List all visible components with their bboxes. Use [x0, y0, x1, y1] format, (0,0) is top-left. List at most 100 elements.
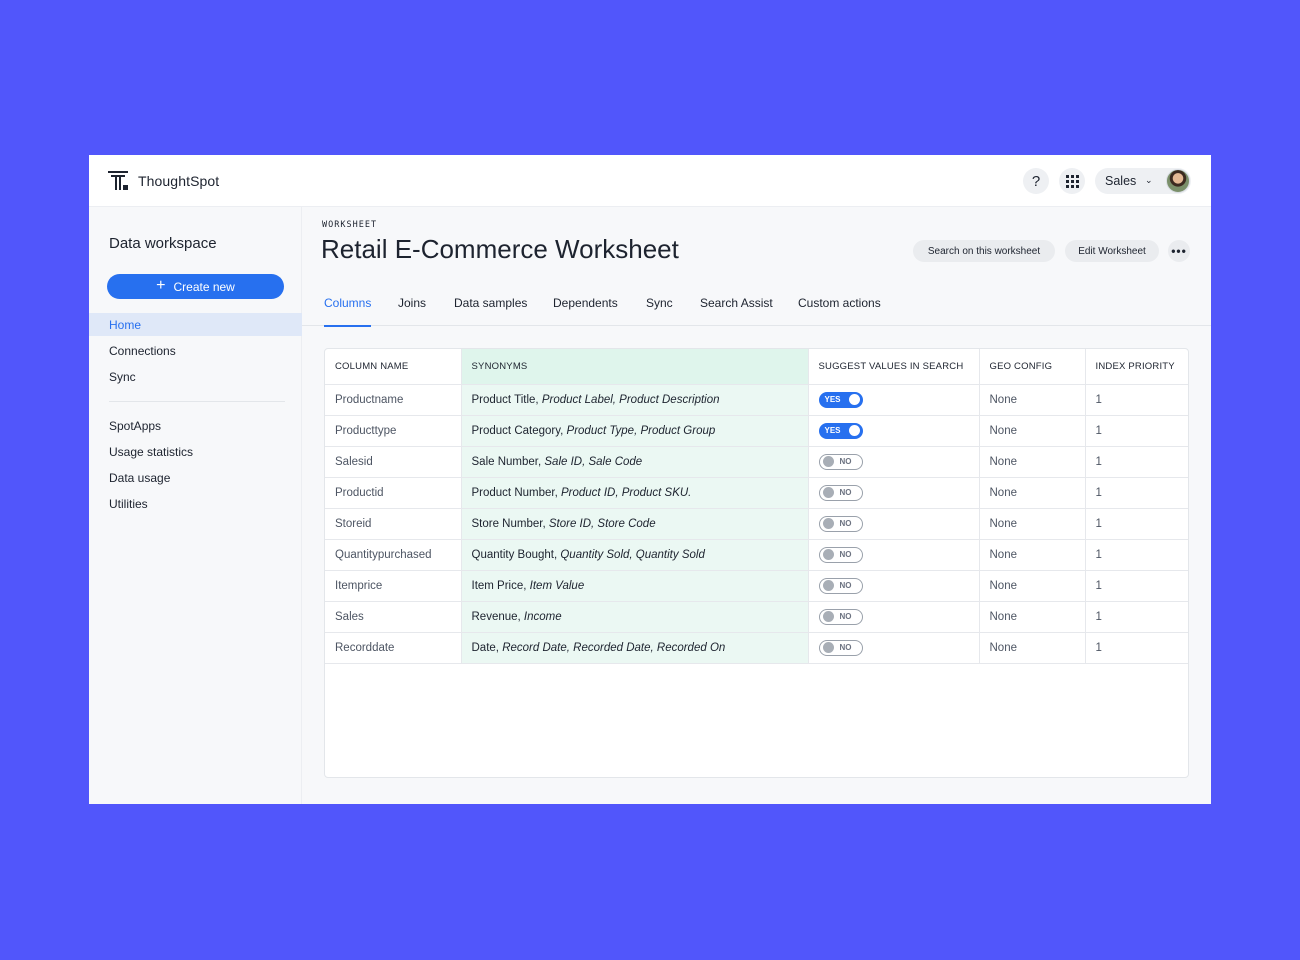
toggle-label: YES [824, 425, 841, 435]
more-options-button[interactable]: ••• [1168, 240, 1190, 262]
geo-config-cell[interactable]: None [979, 477, 1086, 509]
geo-config-cell[interactable]: None [979, 539, 1086, 571]
edit-worksheet-button[interactable]: Edit Worksheet [1065, 240, 1159, 262]
suggest-values-toggle[interactable]: NO [818, 608, 863, 625]
create-new-button[interactable]: + Create new [107, 274, 284, 299]
toggle-knob [822, 518, 834, 529]
suggest-values-toggle[interactable]: NO [818, 515, 863, 532]
column-name-cell[interactable]: Recorddate [325, 632, 462, 664]
toggle-knob [822, 487, 834, 498]
geo-config-cell[interactable]: None [979, 632, 1086, 664]
index-priority-cell[interactable]: 1 [1085, 477, 1188, 509]
suggest-values-toggle[interactable]: NO [818, 577, 863, 594]
toggle-knob [822, 642, 834, 653]
index-priority-cell[interactable]: 1 [1085, 415, 1188, 447]
geo-config-cell[interactable]: None [979, 570, 1086, 602]
column-name-cell[interactable]: Itemprice [325, 570, 462, 602]
toggle-label: NO [839, 519, 852, 528]
index-priority-cell[interactable]: 1 [1085, 601, 1188, 633]
synonym-extra: Product Type, Product Group [563, 424, 716, 437]
geo-config-cell[interactable]: None [979, 384, 1086, 416]
header-synonyms[interactable]: SYNONYMS [461, 349, 809, 385]
column-name-cell[interactable]: Storeid [325, 508, 462, 540]
column-name-cell[interactable]: Quantitypurchased [325, 539, 462, 571]
header-geo-config[interactable]: GEO CONFIG [979, 349, 1086, 385]
column-name-cell[interactable]: Producttype [325, 415, 462, 447]
suggest-values-toggle[interactable]: NO [818, 453, 863, 470]
synonyms-cell[interactable]: Revenue, Income [461, 601, 809, 633]
search-worksheet-button[interactable]: Search on this worksheet [913, 240, 1055, 262]
toggle-knob [822, 580, 834, 591]
tab-dependents[interactable]: Dependents [553, 296, 618, 326]
geo-config-cell[interactable]: None [979, 446, 1086, 478]
index-priority-cell[interactable]: 1 [1085, 570, 1188, 602]
table-row[interactable]: Storeid Store Number, Store ID, Store Cod… [325, 508, 1188, 540]
table-row[interactable]: Recorddate Date, Record Date, Recorded Da… [325, 632, 1188, 664]
synonym-primary: Date, [471, 641, 500, 654]
index-priority-cell[interactable]: 1 [1085, 446, 1188, 478]
sidebar-item-utilities[interactable]: Utilities [89, 492, 302, 515]
suggest-values-toggle[interactable]: YES [818, 391, 863, 408]
index-priority-cell[interactable]: 1 [1085, 384, 1188, 416]
synonym-extra: Income [520, 610, 562, 623]
tab-joins[interactable]: Joins [398, 296, 426, 326]
tab-sync[interactable]: Sync [646, 296, 673, 326]
index-priority-cell[interactable]: 1 [1085, 632, 1188, 664]
index-priority-cell[interactable]: 1 [1085, 539, 1188, 571]
sidebar-item-home[interactable]: Home [89, 313, 302, 336]
toggle-label: NO [839, 643, 852, 652]
column-name-cell[interactable]: Productname [325, 384, 462, 416]
header-suggest-values[interactable]: SUGGEST VALUES IN SEARCH [808, 349, 980, 385]
synonyms-cell[interactable]: Date, Record Date, Recorded Date, Record… [461, 632, 809, 664]
geo-config-cell[interactable]: None [979, 415, 1086, 447]
suggest-values-cell: NO [808, 539, 980, 571]
geo-config-cell[interactable]: None [979, 508, 1086, 540]
page-title: Retail E-Commerce Worksheet [321, 234, 679, 264]
sidebar-item-spotapps[interactable]: SpotApps [89, 414, 302, 437]
synonyms-cell[interactable]: Item Price, Item Value [461, 570, 809, 602]
object-type-label: WORKSHEET [322, 220, 378, 230]
suggest-values-toggle[interactable]: NO [818, 546, 863, 563]
sidebar-item-data-usage[interactable]: Data usage [89, 466, 302, 489]
column-name-cell[interactable]: Salesid [325, 446, 462, 478]
table-row[interactable]: Producttype Product Category, Product Typ… [325, 415, 1188, 447]
sidebar-divider [109, 401, 285, 402]
suggest-values-toggle[interactable]: YES [818, 422, 863, 439]
synonyms-cell[interactable]: Product Category, Product Type, Product … [461, 415, 809, 447]
table-row[interactable]: Productname Product Title, Product Label,… [325, 384, 1188, 416]
synonym-extra: Product ID, Product SKU. [557, 486, 692, 499]
synonyms-cell[interactable]: Quantity Bought, Quantity Sold, Quantity… [461, 539, 809, 571]
column-name-cell[interactable]: Sales [325, 601, 462, 633]
synonym-extra: Product Label, Product Description [538, 393, 720, 406]
tab-search-assist[interactable]: Search Assist [700, 296, 773, 326]
table-row[interactable]: Itemprice Item Price, Item Value NO None 1 [325, 570, 1188, 602]
more-icon: ••• [1171, 244, 1187, 258]
table-row[interactable]: Sales Revenue, Income NO None 1 [325, 601, 1188, 633]
help-button[interactable]: ? [1023, 168, 1049, 194]
apps-button[interactable] [1059, 168, 1085, 194]
tab-data-samples[interactable]: Data samples [454, 296, 527, 326]
index-priority-cell[interactable]: 1 [1085, 508, 1188, 540]
sidebar-item-sync[interactable]: Sync [89, 365, 302, 388]
geo-config-cell[interactable]: None [979, 601, 1086, 633]
synonyms-cell[interactable]: Product Title, Product Label, Product De… [461, 384, 809, 416]
synonyms-cell[interactable]: Sale Number, Sale ID, Sale Code [461, 446, 809, 478]
app-logo[interactable]: ThoughtSpot [108, 170, 219, 192]
header-column-name[interactable]: COLUMN NAME [325, 349, 462, 385]
sidebar-item-connections[interactable]: Connections [89, 339, 302, 362]
tab-custom-actions[interactable]: Custom actions [798, 296, 881, 326]
synonyms-cell[interactable]: Product Number, Product ID, Product SKU. [461, 477, 809, 509]
synonyms-cell[interactable]: Store Number, Store ID, Store Code [461, 508, 809, 540]
tab-columns[interactable]: Columns [324, 296, 372, 327]
table-row[interactable]: Salesid Sale Number, Sale ID, Sale Code NO… [325, 446, 1188, 478]
synonym-primary: Product Number, [471, 486, 558, 499]
suggest-values-toggle[interactable]: NO [818, 484, 863, 501]
app-name: ThoughtSpot [138, 173, 220, 189]
column-name-cell[interactable]: Productid [325, 477, 462, 509]
suggest-values-toggle[interactable]: NO [818, 639, 863, 656]
table-row[interactable]: Productid Product Number, Product ID, Pro… [325, 477, 1188, 509]
header-index-priority[interactable]: INDEX PRIORITY [1085, 349, 1188, 385]
sidebar-item-usage-statistics[interactable]: Usage statistics [89, 440, 302, 463]
table-row[interactable]: Quantitypurchased Quantity Bought, Quanti… [325, 539, 1188, 571]
user-avatar[interactable] [1166, 169, 1190, 193]
